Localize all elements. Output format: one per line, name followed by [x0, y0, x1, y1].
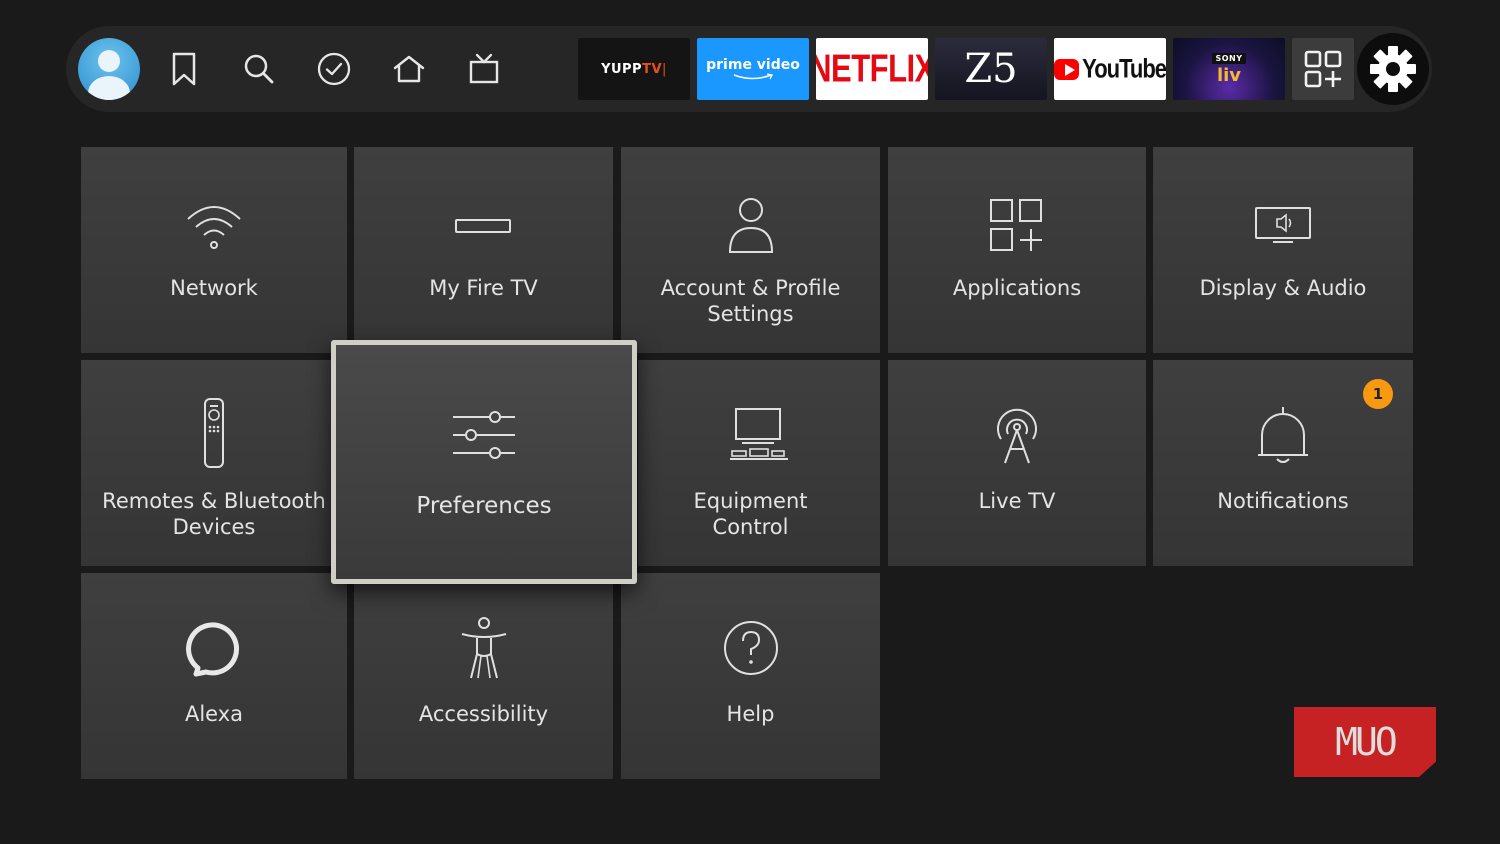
tile-my-fire-tv[interactable]: My Fire TV	[354, 147, 613, 353]
sony-brand: SONY	[1212, 52, 1246, 64]
all-apps-button[interactable]	[1292, 38, 1354, 100]
tile-alexa[interactable]: Alexa	[81, 573, 347, 779]
tile-label: Account & Profile Settings	[660, 276, 841, 326]
yupptv-logo-main: YUPP	[601, 61, 643, 77]
tile-label: My Fire TV	[429, 276, 538, 300]
sonyliv-app[interactable]: SONY liv	[1173, 38, 1285, 100]
accessibility-icon	[354, 613, 613, 683]
search-icon[interactable]	[239, 48, 279, 90]
avatar-body	[88, 76, 130, 100]
tile-account-profile-settings[interactable]: Account & Profile Settings	[621, 147, 880, 353]
youtube-play-icon	[1054, 58, 1080, 80]
person-icon	[621, 191, 880, 261]
wifi-icon	[81, 191, 347, 261]
fire-tv-stick-icon	[354, 191, 613, 261]
sonyliv-logo: liv	[1216, 64, 1242, 86]
equipment-icon	[638, 400, 880, 470]
monitor-speaker-icon	[1153, 191, 1413, 261]
netflix-app[interactable]: NETFLIX	[816, 38, 928, 100]
youtube-app[interactable]: YouTube	[1054, 38, 1166, 100]
sliders-icon	[336, 400, 632, 470]
prime-video-app[interactable]: prime video	[697, 38, 809, 100]
tile-label: Help	[726, 702, 775, 726]
tile-live-tv[interactable]: Live TV	[888, 360, 1146, 566]
prime-smile-icon	[733, 73, 773, 80]
zee5-app[interactable]: Z5	[935, 38, 1047, 100]
home-icon[interactable]	[389, 48, 429, 90]
youtube-logo: YouTube	[1082, 53, 1166, 84]
prime-video-logo: prime video	[706, 57, 800, 73]
live-tv-icon[interactable]	[464, 48, 504, 90]
tile-equipment-control[interactable]: Equipment Control	[638, 360, 880, 566]
tile-label: Applications	[952, 276, 1082, 300]
tile-display-audio[interactable]: Display & Audio	[1153, 147, 1413, 353]
settings-button[interactable]	[1357, 33, 1429, 105]
tile-label: Alexa	[184, 702, 244, 726]
zee5-logo: Z5	[964, 46, 1018, 92]
yupptv-logo-suffix: |	[662, 61, 667, 77]
tile-label: Accessibility	[418, 702, 549, 726]
tile-label: Preferences	[416, 493, 552, 519]
tile-label: Remotes & Bluetooth Devices	[102, 489, 326, 539]
bookmark-icon[interactable]	[164, 48, 204, 90]
watermark-text: MUO	[1335, 720, 1398, 764]
gear-icon	[1370, 46, 1416, 92]
bell-icon	[1153, 400, 1413, 470]
tile-applications[interactable]: Applications	[888, 147, 1146, 353]
help-icon	[621, 613, 880, 683]
tile-label: Notifications	[1217, 489, 1349, 513]
apps-grid-icon	[888, 191, 1146, 261]
yupptv-logo-accent: TV	[642, 61, 663, 77]
tile-help[interactable]: Help	[621, 573, 880, 779]
antenna-icon	[888, 400, 1146, 470]
profile-avatar[interactable]	[78, 38, 140, 100]
alexa-ring-icon	[81, 613, 347, 683]
notification-count-badge: 1	[1363, 379, 1393, 409]
tile-label: Live TV	[978, 489, 1056, 513]
muo-watermark-logo: MUO	[1294, 707, 1436, 777]
checkmark-icon[interactable]	[314, 48, 354, 90]
netflix-logo: NETFLIX	[816, 46, 928, 91]
tile-remotes-bluetooth[interactable]: Remotes & Bluetooth Devices	[81, 360, 347, 566]
tile-accessibility[interactable]: Accessibility	[354, 573, 613, 779]
avatar-head	[98, 50, 120, 72]
tile-network[interactable]: Network	[81, 147, 347, 353]
tile-label: Network	[170, 276, 258, 300]
yupptv-app[interactable]: YUPP TV |	[578, 38, 690, 100]
all-apps-icon	[1304, 50, 1342, 88]
tile-label: Equipment Control	[693, 489, 808, 539]
remote-icon	[81, 398, 347, 468]
tile-preferences[interactable]: Preferences	[331, 340, 637, 584]
tile-label: Display & Audio	[1199, 276, 1367, 300]
